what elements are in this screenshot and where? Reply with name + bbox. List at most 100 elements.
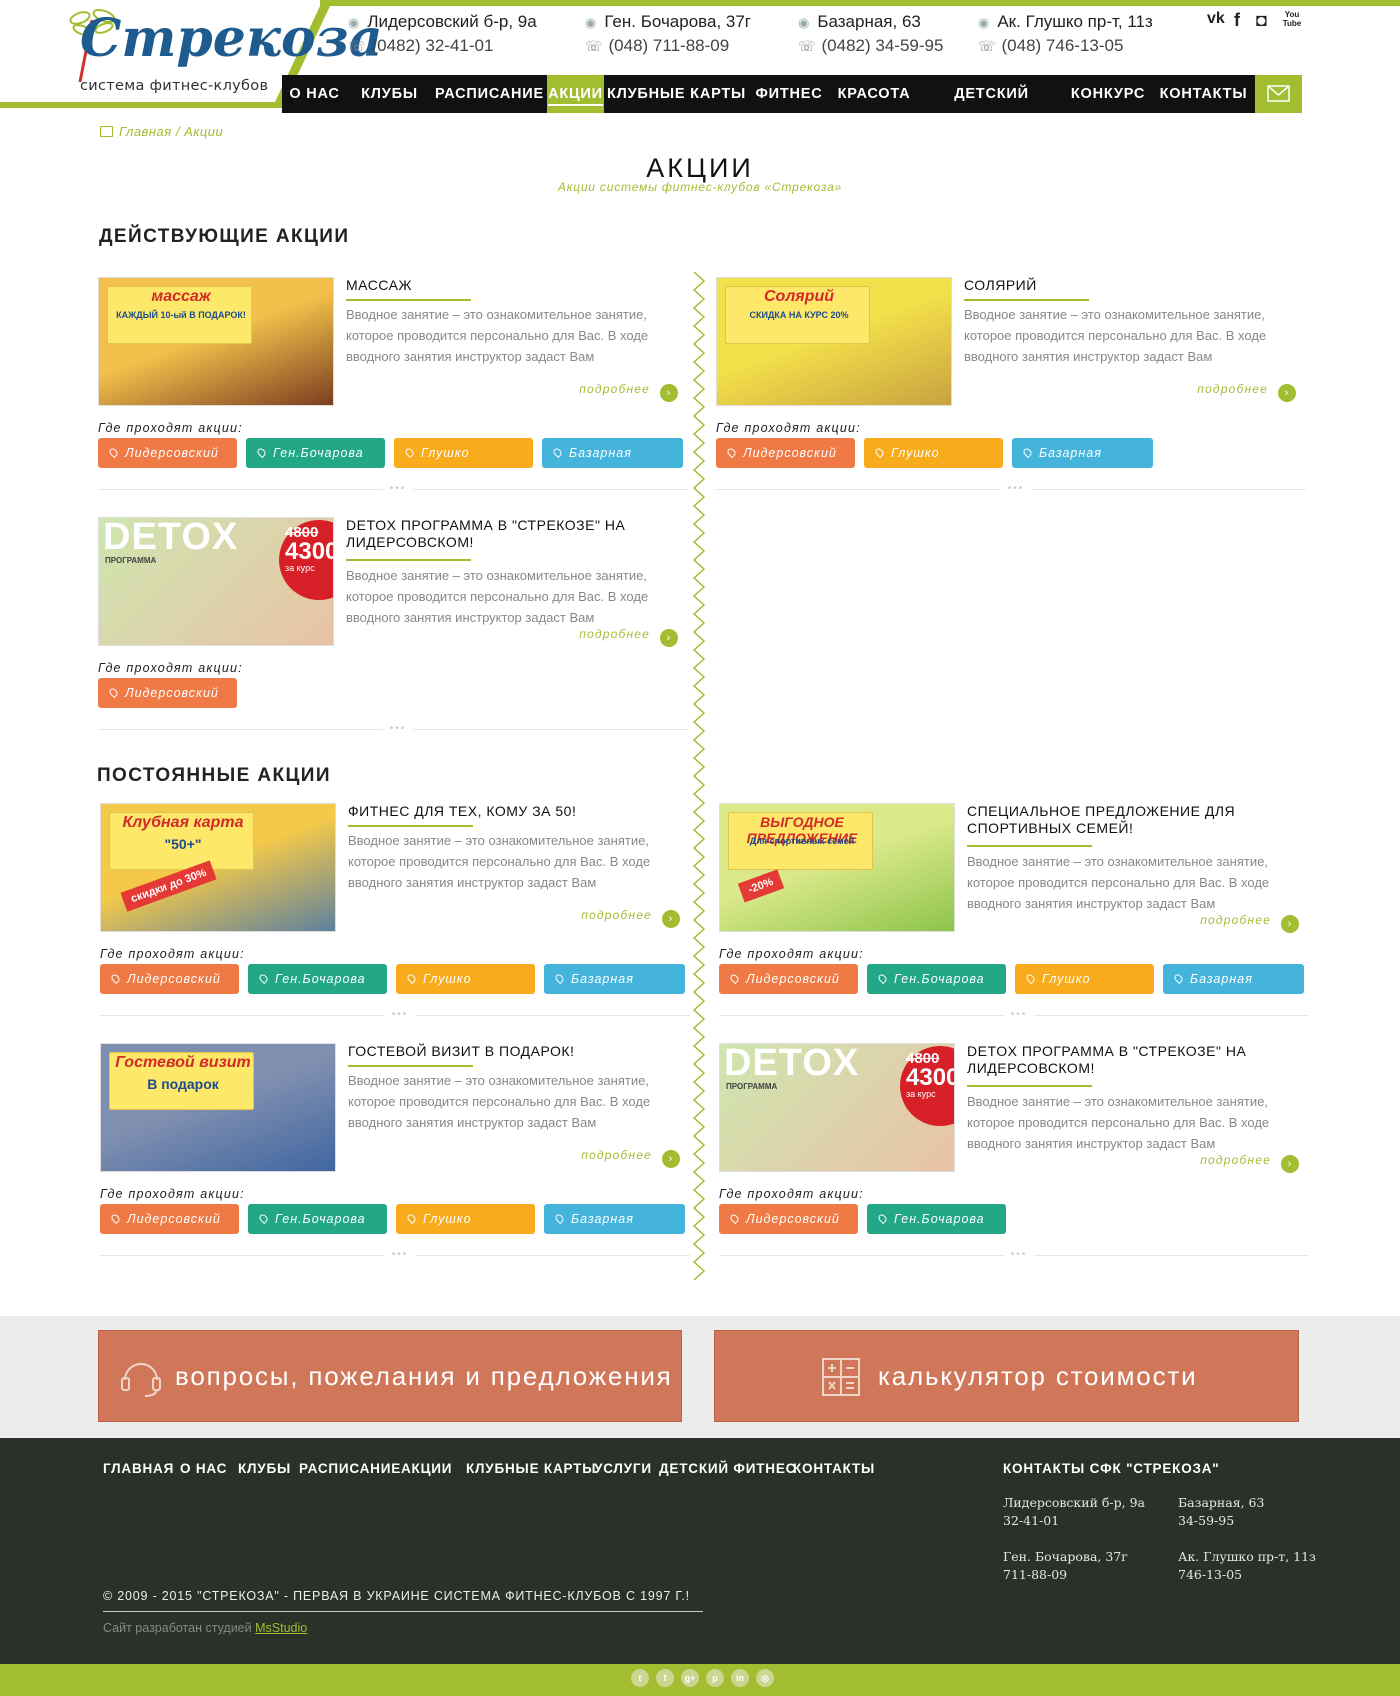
footer-nav-schedule[interactable]: РАСПИСАНИЕ <box>299 1461 401 1476</box>
club-tag[interactable]: Лидерсовский <box>100 1204 239 1234</box>
promo-image[interactable]: DETOX ПРОГРАММА 4800 4300 за курс <box>719 1043 955 1172</box>
more-link[interactable]: подробнее › <box>581 908 680 928</box>
more-link-label: подробнее <box>1200 1153 1271 1167</box>
club-tag[interactable]: Лидерсовский <box>100 964 239 994</box>
location-pin-icon: ◉ <box>798 15 810 30</box>
more-link[interactable]: подробнее › <box>579 627 678 647</box>
promo-title[interactable]: ГОСТЕВОЙ ВИЗИТ В ПОДАРОК! <box>348 1043 678 1060</box>
footer-nav-home[interactable]: ГЛАВНАЯ <box>103 1461 174 1476</box>
pinterest-icon[interactable]: p <box>706 1669 724 1687</box>
linkedin-icon[interactable]: in <box>731 1669 749 1687</box>
club-tag[interactable]: Базарная <box>544 964 685 994</box>
promo-image[interactable]: Клубная карта "50+" скидки до 30% <box>100 803 336 932</box>
club-tag[interactable]: Глушко <box>396 964 535 994</box>
promo-description: Вводное занятие – это ознакомительное за… <box>964 307 1267 364</box>
footer-nav-kids-fitness[interactable]: ДЕТСКИЙ ФИТНЕС <box>659 1461 796 1476</box>
club-tag[interactable]: Базарная <box>542 438 683 468</box>
address-phone[interactable]: (0482) 32-41-01 <box>372 36 494 55</box>
club-tag-label: Глушко <box>891 446 940 460</box>
promo-image-subtext: ПРОГРАММА <box>105 556 157 565</box>
promo-title[interactable]: ФИТНЕС ДЛЯ ТЕХ, КОМУ ЗА 50! <box>348 803 678 820</box>
promo-image[interactable]: ВЫГОДНОЕ ПРЕДЛОЖЕНИЕ Для спортивных семе… <box>719 803 955 932</box>
location-pin-icon <box>1172 972 1185 985</box>
club-tag[interactable]: Базарная <box>1163 964 1304 994</box>
calculator-icon <box>822 1358 860 1396</box>
promo-image[interactable]: Солярий СКИДКА НА КУРС 20% <box>716 277 952 406</box>
promo-title[interactable]: МАССАЖ <box>346 277 676 294</box>
vk-icon[interactable]: vk <box>1207 10 1225 28</box>
address-phone[interactable]: (0482) 34-59-95 <box>822 36 944 55</box>
nav-club-cards[interactable]: КЛУБНЫЕ КАРТЫ <box>604 75 749 113</box>
breadcrumb-home[interactable]: Главная <box>119 124 172 139</box>
promo-title[interactable]: СОЛЯРИЙ <box>964 277 1294 294</box>
nav-about[interactable]: О НАС <box>282 75 347 113</box>
nav-kids-fitness[interactable]: ДЕТСКИЙ ФИТНЕС <box>919 75 1064 140</box>
bottom-bar <box>0 1664 1400 1696</box>
twitter-icon[interactable]: t <box>631 1669 649 1687</box>
title-underline <box>348 1065 473 1067</box>
google-plus-icon[interactable]: g+ <box>681 1669 699 1687</box>
nav-schedule[interactable]: РАСПИСАНИЕ <box>432 75 547 113</box>
nav-contest[interactable]: КОНКУРС <box>1064 75 1152 113</box>
footer-nav-services[interactable]: УСЛУГИ <box>594 1461 652 1476</box>
promo-image[interactable]: Гостевой визит В подарок <box>100 1043 336 1172</box>
more-link[interactable]: подробнее › <box>1200 1153 1299 1173</box>
facebook-icon[interactable]: f <box>656 1669 674 1687</box>
club-tag[interactable]: Глушко <box>1015 964 1154 994</box>
nav-clubs[interactable]: КЛУБЫ <box>347 75 432 113</box>
club-tag[interactable]: Ген.Бочарова <box>248 1204 387 1234</box>
footer-contact-street: Ак. Глушко пр-т, 11з <box>1178 1549 1316 1564</box>
more-link[interactable]: подробнее › <box>1200 913 1299 933</box>
club-tag[interactable]: Базарная <box>544 1204 685 1234</box>
club-tag[interactable]: Ген.Бочарова <box>246 438 385 468</box>
club-tag-label: Лидерсовский <box>746 1212 840 1226</box>
footer-nav-promos[interactable]: АКЦИИ <box>401 1461 452 1476</box>
nav-promos[interactable]: АКЦИИ <box>547 75 604 113</box>
footer-nav-contacts[interactable]: КОНТАКТЫ <box>793 1461 875 1476</box>
dribbble-icon[interactable]: ◎ <box>756 1669 774 1687</box>
club-tag[interactable]: Лидерсовский <box>98 438 237 468</box>
calculator-button[interactable]: калькулятор стоимости <box>714 1330 1299 1422</box>
footer-nav-clubs[interactable]: КЛУБЫ <box>238 1461 291 1476</box>
nav-fitness[interactable]: ФИТНЕС <box>749 75 829 113</box>
instagram-icon[interactable]: ◘ <box>1256 10 1267 31</box>
promo-title[interactable]: DETOX ПРОГРАММА В "СТРЕКОЗЕ" НА ЛИДЕРСОВ… <box>346 517 676 551</box>
youtube-icon[interactable]: You Tube <box>1282 10 1302 28</box>
address-phone[interactable]: (048) 746-13-05 <box>1002 36 1124 55</box>
more-link[interactable]: подробнее › <box>579 382 678 402</box>
developer-link[interactable]: MsStudio <box>255 1621 307 1635</box>
nav-beauty[interactable]: КРАСОТА <box>829 75 919 113</box>
section-title-permanent: ПОСТОЯННЫЕ АКЦИИ <box>97 765 331 786</box>
club-tag[interactable]: Лидерсовский <box>716 438 855 468</box>
facebook-icon[interactable]: f <box>1234 10 1240 31</box>
more-link[interactable]: подробнее › <box>1197 382 1296 402</box>
club-tag[interactable]: Ген.Бочарова <box>248 964 387 994</box>
address-phone[interactable]: (048) 711-88-09 <box>609 36 730 55</box>
home-icon[interactable] <box>100 126 113 137</box>
club-tag[interactable]: Глушко <box>394 438 533 468</box>
feedback-button[interactable]: вопросы, пожелания и предложения <box>98 1330 682 1422</box>
more-link[interactable]: подробнее › <box>581 1148 680 1168</box>
nav-contacts[interactable]: КОНТАКТЫ <box>1152 75 1255 113</box>
promo-image[interactable]: массаж КАЖДЫЙ 10-ый В ПОДАРОК! <box>98 277 334 406</box>
footer-nav-club-cards[interactable]: КЛУБНЫЕ КАРТЫ <box>466 1461 596 1476</box>
club-tags: Лидерсовский <box>98 678 688 708</box>
arrow-right-icon: › <box>660 384 678 402</box>
club-tag[interactable]: Глушко <box>864 438 1003 468</box>
club-tag[interactable]: Ген.Бочарова <box>867 1204 1006 1234</box>
footer-nav-about[interactable]: О НАС <box>180 1461 227 1476</box>
promo-title[interactable]: СПЕЦИАЛЬНОЕ ПРЕДЛОЖЕНИЕ ДЛЯ СПОРТИВНЫХ С… <box>967 803 1297 837</box>
promo-card: DETOX ПРОГРАММА 4800 4300 за курс DETOX … <box>719 1043 1309 1265</box>
logo[interactable]: Стрекоза система фитнес-клубов <box>0 0 383 115</box>
mail-button[interactable] <box>1255 75 1302 113</box>
promo-image-subtext: "50+" <box>164 836 202 852</box>
promo-image[interactable]: DETOX ПРОГРАММА 4800 4300 за курс <box>98 517 334 646</box>
promo-title[interactable]: DETOX ПРОГРАММА В "СТРЕКОЗЕ" НА ЛИДЕРСОВ… <box>967 1043 1297 1077</box>
club-tag[interactable]: Глушко <box>396 1204 535 1234</box>
club-tag[interactable]: Ген.Бочарова <box>867 964 1006 994</box>
club-tag[interactable]: Лидерсовский <box>719 1204 858 1234</box>
club-tag[interactable]: Базарная <box>1012 438 1153 468</box>
promo-image-text: Гостевой визит <box>115 1054 251 1071</box>
club-tag[interactable]: Лидерсовский <box>719 964 858 994</box>
club-tag[interactable]: Лидерсовский <box>98 678 237 708</box>
